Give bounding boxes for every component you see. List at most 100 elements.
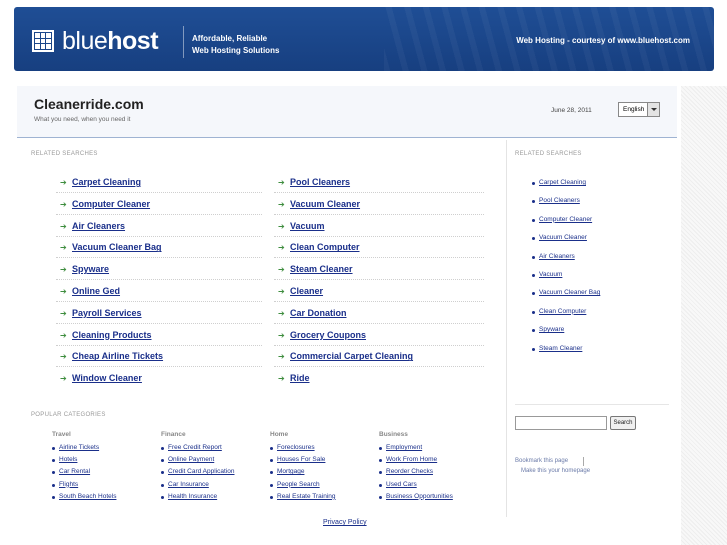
related-search-link[interactable]: Cheap Airline Tickets [72,351,163,361]
category-link[interactable]: Business Opportunities [386,493,453,500]
related-search-link[interactable]: Computer Cleaner [72,199,150,209]
site-subtitle: What you need, when you need it [34,116,131,123]
sidebar-related-link[interactable]: Air Cleaners [539,253,575,260]
row-divider [56,366,262,368]
bluehost-logo[interactable]: bluehost [32,26,159,55]
row-divider [56,301,262,302]
row-divider [274,322,484,324]
sidebar-related-link[interactable]: Clean Computer [539,308,586,315]
bullet-icon [52,483,55,487]
page: bluehost Affordable, Reliable Web Hostin… [0,0,727,545]
related-search-link[interactable]: Ride [290,373,310,383]
arrow-icon: ➔ [60,330,67,340]
tagline-divider [183,26,184,58]
related-search-link[interactable]: Car Donation [290,308,347,318]
arrow-icon: ➔ [278,308,285,318]
language-value: English [623,106,645,113]
privacy-policy-link[interactable]: Privacy Policy [323,519,367,526]
related-search-link[interactable]: Online Ged [72,286,120,296]
arrow-icon: ➔ [278,330,285,340]
homepage-link[interactable]: Make this your homepage [521,468,590,474]
category-link[interactable]: Free Credit Report [168,444,222,451]
bullet-icon [270,483,273,487]
category-link[interactable]: Real Estate Training [277,493,336,500]
sidebar-related-link[interactable]: Spyware [539,326,564,333]
bullet-icon [161,483,164,487]
category-link[interactable]: Airline Tickets [59,444,99,451]
category-link[interactable]: Online Payment [168,456,214,463]
related-search-link[interactable]: Vacuum [290,221,325,231]
category-link[interactable]: Employment [386,444,422,451]
category-link[interactable]: Car Rental [59,468,90,475]
related-search-link[interactable]: Commercial Carpet Cleaning [290,351,413,361]
row-divider [56,257,262,259]
arrow-icon: ➔ [60,221,67,231]
bullet-icon [379,471,382,475]
category-link[interactable]: People Search [277,481,320,488]
category-link[interactable]: Used Cars [386,481,417,488]
bullet-icon [532,329,535,333]
row-divider [274,366,484,368]
bullet-icon [52,495,55,499]
category-link[interactable]: Work From Home [386,456,437,463]
bullet-icon [161,471,164,475]
bookmark-link[interactable]: Bookmark this page [515,458,568,464]
related-search-link[interactable]: Cleaning Products [72,330,152,340]
category-link[interactable]: Flights [59,481,78,488]
chevron-down-icon[interactable] [647,103,659,116]
sidebar-related-link[interactable]: Vacuum [539,271,562,278]
bullet-icon [52,471,55,475]
category-link[interactable]: Houses For Sale [277,456,325,463]
category-link[interactable]: Car Insurance [168,481,209,488]
bullet-icon [270,459,273,463]
bullet-icon [52,459,55,463]
related-search-link[interactable]: Steam Cleaner [290,264,353,274]
related-search-link[interactable]: Spyware [72,264,109,274]
logo-text: bluehost [62,26,159,55]
category-link[interactable]: Hotels [59,456,77,463]
related-search-link[interactable]: Carpet Cleaning [72,177,141,187]
bluehost-banner: bluehost Affordable, Reliable Web Hostin… [14,7,714,71]
search-input[interactable] [515,416,607,430]
category-link[interactable]: South Beach Hotels [59,493,116,500]
arrow-icon: ➔ [278,243,285,253]
category-link[interactable]: Health Insurance [168,493,217,500]
bullet-icon [532,182,535,185]
related-search-link[interactable]: Air Cleaners [72,221,125,231]
related-search-link[interactable]: Cleaner [290,286,323,296]
category-link[interactable]: Credit Card Application [168,468,234,475]
category-link[interactable]: Mortgage [277,468,304,475]
related-search-link[interactable]: Grocery Coupons [290,330,366,340]
search-button[interactable]: Search [610,416,636,430]
bullet-icon [161,459,164,463]
related-search-link[interactable]: Payroll Services [72,308,142,318]
courtesy-text[interactable]: Web Hosting - courtesy of www.bluehost.c… [516,36,690,45]
row-divider [56,192,262,193]
related-search-link[interactable]: Window Cleaner [72,373,142,383]
arrow-icon: ➔ [278,287,285,296]
related-searches-label: RELATED SEARCHES [31,151,98,157]
category-link[interactable]: Reorder Checks [386,468,433,475]
arrow-icon: ➔ [278,374,285,384]
arrow-icon: ➔ [278,199,285,209]
sidebar-divider [515,404,669,405]
sidebar-related-link[interactable]: Steam Cleaner [539,345,582,352]
related-search-link[interactable]: Vacuum Cleaner Bag [72,242,162,252]
sidebar-related-link[interactable]: Vacuum Cleaner [539,234,587,241]
sidebar-related-link[interactable]: Carpet Cleaning [539,179,586,186]
bullet-icon [270,495,273,499]
sidebar-related-link[interactable]: Computer Cleaner [539,216,592,223]
link-separator [583,457,584,466]
language-select[interactable]: English [618,102,660,117]
related-search-link[interactable]: Pool Cleaners [290,177,350,187]
row-divider [274,257,484,259]
category-heading: Home [270,431,289,438]
sidebar-related-link[interactable]: Pool Cleaners [539,197,580,204]
page-edge-pattern [681,86,727,545]
sidebar-related-link[interactable]: Vacuum Cleaner Bag [539,289,600,296]
related-search-link[interactable]: Clean Computer [290,242,360,252]
related-search-link[interactable]: Vacuum Cleaner [290,199,360,209]
category-heading: Finance [161,431,186,438]
category-link[interactable]: Foreclosures [277,444,315,451]
bullet-icon [270,447,273,450]
